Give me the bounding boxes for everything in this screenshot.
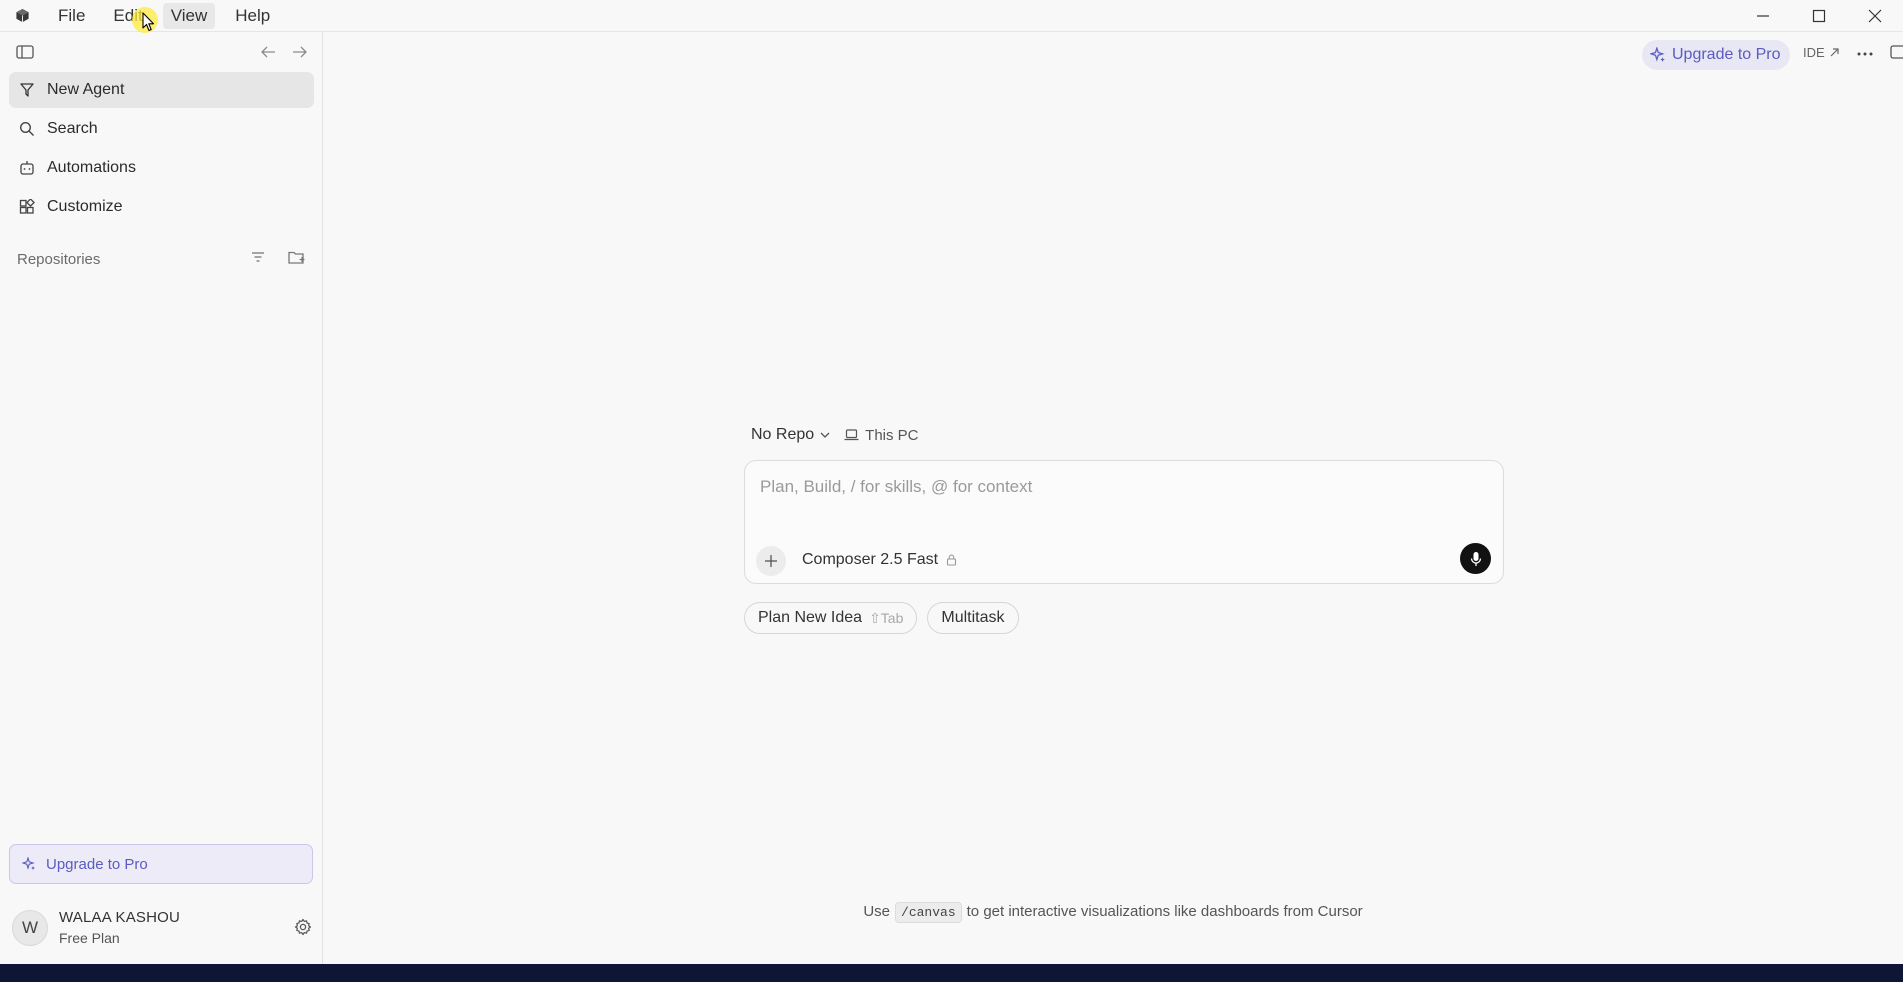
maximize-button[interactable] — [1791, 0, 1847, 32]
model-selector[interactable]: Composer 2.5 Fast — [802, 551, 957, 569]
minimize-icon — [1757, 15, 1769, 17]
microphone-icon — [1470, 551, 1481, 566]
suggestion-chips: Plan New Idea ⇧Tab Multitask — [744, 602, 1019, 634]
prompt-input[interactable] — [760, 475, 1460, 499]
close-button[interactable] — [1847, 0, 1903, 32]
chevron-down-icon — [820, 432, 830, 438]
location-label: This PC — [865, 426, 919, 444]
add-context-button[interactable] — [756, 546, 786, 576]
cube-logo-icon — [12, 6, 32, 26]
user-plan: Free Plan — [59, 930, 120, 946]
title-bar: File Edit View Help — [0, 0, 1903, 32]
sidebar-upgrade-label: Upgrade to Pro — [46, 855, 148, 873]
menu-view[interactable]: View — [162, 2, 216, 29]
taskbar — [0, 964, 1903, 982]
forward-arrow-icon[interactable] — [290, 42, 310, 62]
history-nav — [258, 42, 310, 62]
sidebar-upgrade-button[interactable]: Upgrade to Pro — [9, 844, 313, 884]
back-arrow-icon[interactable] — [258, 42, 278, 62]
lock-icon — [947, 554, 957, 566]
ide-label: IDE — [1803, 45, 1825, 60]
sidebar-item-label: Automations — [47, 159, 136, 176]
composer-box: Composer 2.5 Fast — [744, 460, 1504, 584]
sidebar-item-automations[interactable]: Automations — [9, 150, 314, 186]
shortcut-hint: ⇧Tab — [869, 609, 904, 626]
repo-dropdown[interactable]: No Repo — [751, 426, 830, 444]
robot-icon — [18, 159, 36, 177]
panel-toggle-icon[interactable] — [1890, 45, 1903, 64]
search-icon — [18, 120, 36, 138]
maximize-icon — [1812, 9, 1826, 23]
window-controls — [1735, 0, 1903, 32]
upgrade-to-pro-button[interactable]: Upgrade to Pro — [1642, 40, 1790, 70]
sidebar-toggle-icon[interactable] — [16, 44, 34, 65]
repositories-header: Repositories — [0, 241, 322, 277]
hint-prefix: Use — [863, 903, 891, 920]
canvas-command: /canvas — [895, 902, 962, 923]
sparkle-icon — [1650, 47, 1666, 63]
more-options-icon[interactable] — [1856, 44, 1874, 62]
location-selector[interactable]: This PC — [844, 426, 919, 444]
minimize-button[interactable] — [1735, 0, 1791, 32]
sidebar-item-customize[interactable]: Customize — [9, 189, 314, 225]
add-folder-icon[interactable] — [288, 250, 306, 269]
sidebar-item-label: Customize — [47, 198, 123, 215]
model-label: Composer 2.5 Fast — [802, 551, 939, 568]
filter-icon[interactable] — [250, 250, 266, 269]
external-link-icon — [1830, 48, 1839, 57]
multitask-chip[interactable]: Multitask — [927, 602, 1019, 634]
sidebar-item-label: New Agent — [47, 81, 125, 98]
sidebar: New Agent Search Automations Customize R… — [0, 32, 323, 964]
new-agent-icon — [18, 81, 36, 99]
plan-chip-label: Plan New Idea — [758, 609, 863, 626]
laptop-icon — [844, 429, 859, 441]
hint-suffix: to get interactive visualizations like d… — [966, 903, 1363, 920]
mouse-pointer-icon — [142, 12, 156, 37]
sparkle-icon — [22, 857, 36, 871]
plus-icon — [765, 555, 777, 567]
sidebar-toolbar — [0, 32, 322, 72]
close-icon — [1868, 9, 1882, 23]
repo-label: No Repo — [751, 426, 815, 443]
multitask-chip-label: Multitask — [941, 609, 1005, 626]
upgrade-label: Upgrade to Pro — [1672, 46, 1781, 63]
app-window: File Edit View Help New Agent Search Aut… — [0, 0, 1903, 964]
sidebar-item-label: Search — [47, 120, 98, 137]
microphone-button[interactable] — [1460, 543, 1491, 574]
gear-icon[interactable] — [294, 918, 312, 941]
repositories-label: Repositories — [17, 250, 101, 268]
repositories-actions — [250, 250, 306, 269]
blocks-icon — [18, 198, 36, 216]
menu-help[interactable]: Help — [227, 3, 278, 29]
plan-new-idea-chip[interactable]: Plan New Idea ⇧Tab — [744, 602, 918, 634]
sidebar-item-search[interactable]: Search — [9, 111, 314, 147]
repo-selector-row: No Repo This PC — [751, 426, 919, 444]
menu-file[interactable]: File — [50, 3, 93, 29]
ide-button[interactable]: IDE — [1803, 45, 1840, 60]
canvas-hint: Use/canvas to get interactive visualizati… — [0, 902, 1903, 923]
sidebar-item-new-agent[interactable]: New Agent — [9, 72, 314, 108]
